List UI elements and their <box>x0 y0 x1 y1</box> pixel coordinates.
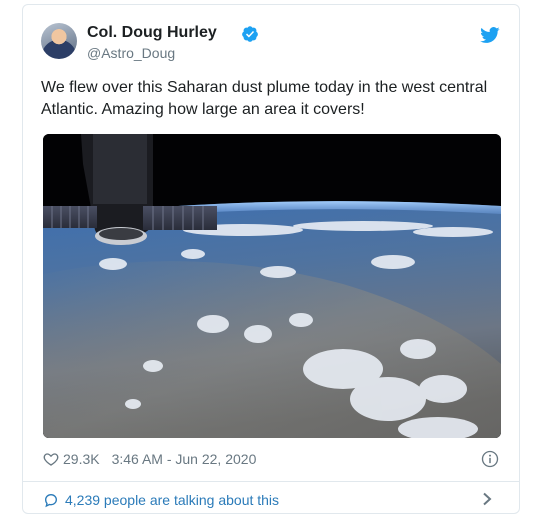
conversation-label[interactable]: 4,239 people are talking about this <box>65 492 279 508</box>
tweet-timestamp[interactable]: 3:46 AM - Jun 22, 2020 <box>112 451 257 467</box>
chevron-right-icon[interactable] <box>481 492 493 506</box>
tweet-photo[interactable] <box>43 134 501 438</box>
info-icon[interactable] <box>481 450 499 468</box>
like-count[interactable]: 29.3K <box>63 451 100 467</box>
conversation-link[interactable]: 4,239 people are talking about this <box>43 490 501 510</box>
tweet-card: Col. Doug Hurley @Astro_Doug We flew ove… <box>22 4 520 514</box>
user-name[interactable]: Col. Doug Hurley <box>87 24 217 42</box>
earth-from-space-image <box>43 134 501 438</box>
verified-badge-icon <box>242 26 258 42</box>
speech-bubble-icon <box>44 493 58 508</box>
user-handle[interactable]: @Astro_Doug <box>87 45 175 61</box>
heart-icon[interactable] <box>43 451 59 467</box>
tweet-text: We flew over this Saharan dust plume tod… <box>41 79 488 118</box>
tweet-header: Col. Doug Hurley @Astro_Doug <box>41 23 501 65</box>
divider <box>23 481 519 482</box>
avatar[interactable] <box>41 23 77 59</box>
twitter-bird-icon[interactable] <box>479 25 501 45</box>
tweet-meta: 29.3K 3:46 AM - Jun 22, 2020 <box>43 448 501 470</box>
